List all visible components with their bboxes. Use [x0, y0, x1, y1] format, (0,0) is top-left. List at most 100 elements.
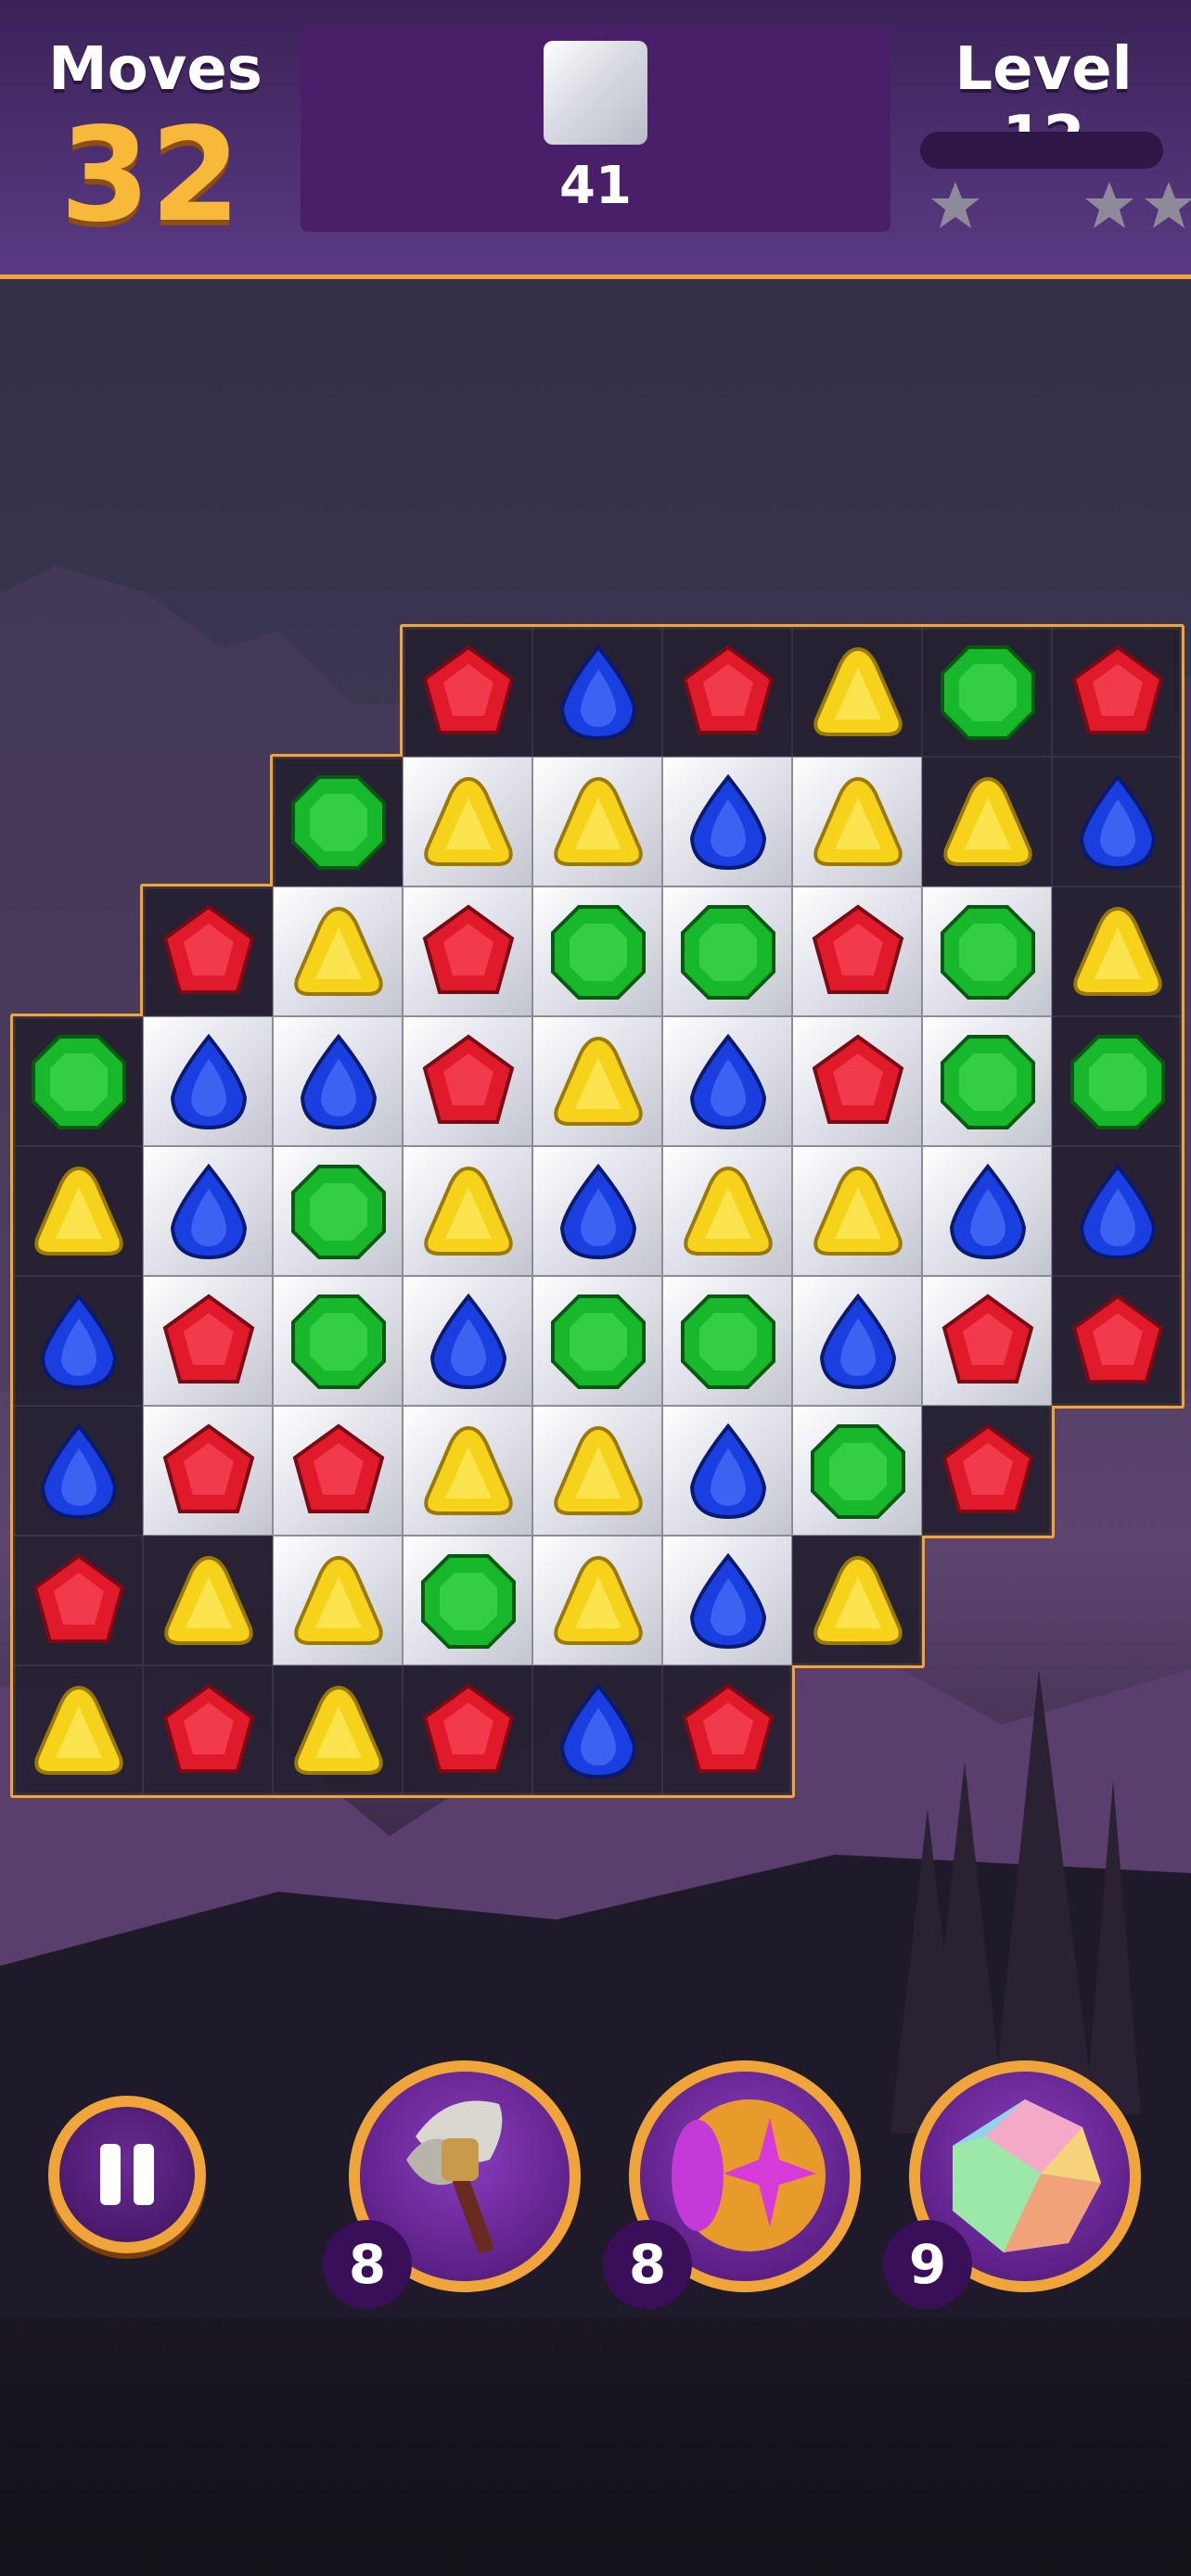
yellow-gem-icon: [813, 776, 903, 866]
board-cell[interactable]: [662, 1665, 792, 1795]
marble-blocker-tile[interactable]: [662, 1276, 792, 1406]
marble-blocker-tile[interactable]: [403, 1406, 532, 1536]
marble-blocker-tile[interactable]: [273, 1016, 403, 1146]
marble-blocker-tile[interactable]: [662, 1016, 792, 1146]
board-cell[interactable]: [143, 1536, 273, 1665]
marble-blocker-tile[interactable]: [662, 1406, 792, 1536]
marble-blocker-tile[interactable]: [792, 1016, 922, 1146]
marble-blocker-tile[interactable]: [143, 1146, 273, 1276]
board-cell[interactable]: [143, 1665, 273, 1795]
marble-blocker-tile[interactable]: [792, 886, 922, 1016]
yellow-gem-icon: [813, 646, 903, 736]
blue-gem-icon: [170, 1163, 248, 1260]
hammer-booster-button[interactable]: 8: [323, 2060, 581, 2309]
board-cell[interactable]: [273, 1665, 403, 1795]
board-cell[interactable]: [13, 1536, 143, 1665]
marble-blocker-tile[interactable]: [792, 1146, 922, 1276]
marble-blocker-tile[interactable]: [532, 1276, 662, 1406]
board-cell[interactable]: [922, 757, 1052, 886]
marble-blocker-tile[interactable]: [792, 1276, 922, 1406]
board-cell[interactable]: [1052, 1276, 1182, 1406]
marble-blocker-tile[interactable]: [143, 1276, 273, 1406]
board-cell[interactable]: [662, 627, 792, 757]
rainbow-gem-booster-button[interactable]: 9: [883, 2060, 1141, 2309]
marble-blocker-tile[interactable]: [273, 1276, 403, 1406]
board-cell[interactable]: [143, 886, 273, 1016]
blue-gem-icon: [689, 1552, 767, 1650]
marble-blocker-tile[interactable]: [662, 757, 792, 886]
board-cell[interactable]: [13, 1665, 143, 1795]
board-cell[interactable]: [922, 1406, 1052, 1536]
yellow-gem-icon: [554, 1555, 643, 1645]
yellow-gem-icon: [813, 1555, 903, 1645]
board-cell[interactable]: [1052, 1146, 1182, 1276]
yellow-gem-icon: [424, 1166, 513, 1256]
marble-blocker-tile[interactable]: [532, 1406, 662, 1536]
marble-blocker-tile[interactable]: [273, 1536, 403, 1665]
marble-blocker-tile[interactable]: [403, 1276, 532, 1406]
marble-blocker-tile[interactable]: [792, 757, 922, 886]
board-cell[interactable]: [532, 627, 662, 757]
board-cell[interactable]: [792, 1536, 922, 1665]
blue-gem-icon: [429, 1293, 507, 1390]
marble-blocker-tile[interactable]: [403, 1536, 532, 1665]
board-cell[interactable]: [13, 1146, 143, 1276]
marble-blocker-tile[interactable]: [403, 757, 532, 886]
pause-button[interactable]: [48, 2096, 206, 2253]
board-cell[interactable]: [1052, 627, 1182, 757]
star-orb-booster-count: 8: [603, 2220, 692, 2309]
marble-blocker-tile[interactable]: [532, 757, 662, 886]
yellow-gem-icon: [164, 1555, 253, 1645]
marble-blocker-tile[interactable]: [662, 1536, 792, 1665]
board-cell[interactable]: [273, 757, 403, 886]
green-gem-icon: [681, 905, 775, 1000]
marble-blocker-tile[interactable]: [532, 886, 662, 1016]
green-gem-icon: [32, 1035, 126, 1129]
board-cell[interactable]: [1052, 757, 1182, 886]
marble-blocker-tile[interactable]: [792, 1406, 922, 1536]
blue-gem-icon: [40, 1293, 118, 1390]
board-cell[interactable]: [792, 627, 922, 757]
board-cell[interactable]: [13, 1406, 143, 1536]
green-gem-icon: [291, 1294, 386, 1389]
marble-blocker-tile[interactable]: [922, 1016, 1052, 1146]
yellow-gem-icon: [34, 1166, 123, 1256]
red-gem-icon: [422, 1683, 515, 1773]
marble-blocker-tile[interactable]: [403, 1016, 532, 1146]
board-cell[interactable]: [922, 627, 1052, 757]
marble-blocker-tile[interactable]: [922, 886, 1052, 1016]
marble-blocker-tile[interactable]: [403, 886, 532, 1016]
yellow-gem-icon: [1073, 906, 1162, 996]
yellow-gem-icon: [943, 776, 1032, 866]
star-orb-booster-button[interactable]: 8: [603, 2060, 861, 2309]
marble-blocker-tile[interactable]: [532, 1536, 662, 1665]
marble-blocker-tile[interactable]: [403, 1146, 532, 1276]
board-cell[interactable]: [13, 1016, 143, 1146]
marble-blocker-tile[interactable]: [532, 1146, 662, 1276]
marble-blocker-tile[interactable]: [143, 1016, 273, 1146]
marble-blocker-tile[interactable]: [273, 1406, 403, 1536]
marble-blocker-tile[interactable]: [662, 1146, 792, 1276]
board-cell[interactable]: [532, 1665, 662, 1795]
marble-blocker-tile[interactable]: [273, 886, 403, 1016]
yellow-gem-icon: [813, 1166, 903, 1256]
marble-blocker-tile[interactable]: [662, 886, 792, 1016]
board-cell[interactable]: [403, 627, 532, 757]
marble-blocker-tile[interactable]: [922, 1276, 1052, 1406]
board-cell[interactable]: [403, 1665, 532, 1795]
blue-gem-icon: [689, 773, 767, 871]
board-cell[interactable]: [1052, 886, 1182, 1016]
board-cell[interactable]: [13, 1276, 143, 1406]
red-gem-icon: [422, 644, 515, 734]
marble-blocker-tile[interactable]: [143, 1406, 273, 1536]
green-gem-icon: [1070, 1035, 1165, 1129]
red-gem-icon: [422, 1034, 515, 1124]
green-gem-icon: [291, 775, 386, 870]
marble-blocker-tile[interactable]: [532, 1016, 662, 1146]
yellow-gem-icon: [294, 1555, 383, 1645]
marble-blocker-tile[interactable]: [922, 1146, 1052, 1276]
board-cell[interactable]: [1052, 1016, 1182, 1146]
green-gem-icon: [811, 1424, 905, 1519]
red-gem-icon: [292, 1423, 385, 1513]
marble-blocker-tile[interactable]: [273, 1146, 403, 1276]
